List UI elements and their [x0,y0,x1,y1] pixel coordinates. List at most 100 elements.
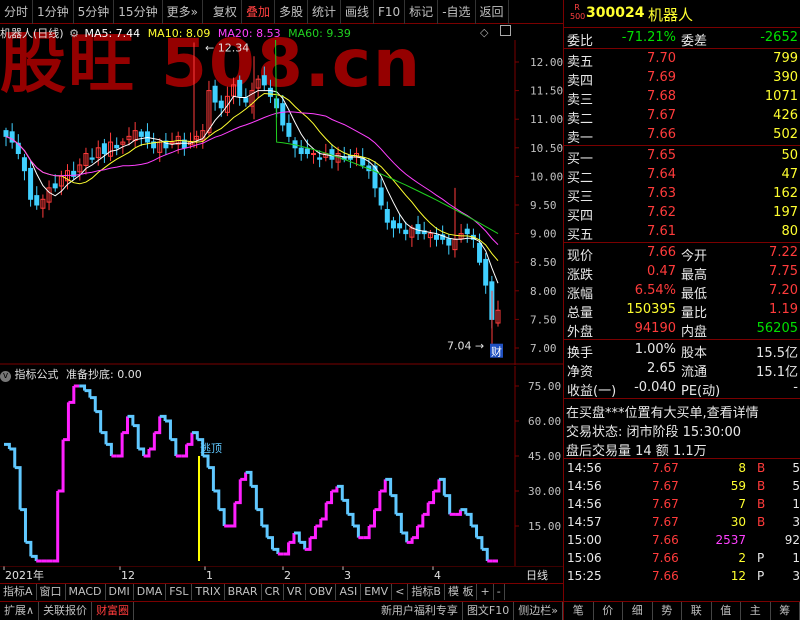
indicator-tab[interactable]: CR [262,584,284,600]
diamond-icon[interactable]: ◇ [480,26,488,39]
bid-row[interactable]: 买二 7.64 47 [564,166,800,186]
tick-price: 7.67 [652,479,679,493]
bottom-tab[interactable]: 图文F10 [463,602,515,620]
indicator-tab[interactable]: + [477,584,494,600]
tick-direction: B [757,515,766,529]
tick-row[interactable]: 14:56 7.67 8 B 5 [564,460,800,479]
tick-row[interactable]: 14:56 7.67 7 B 1 [564,496,800,515]
tick-count: 92 [784,533,800,547]
indicator-tab[interactable]: VR [284,584,307,600]
bottom-tab[interactable]: 财富圈 [92,602,135,620]
kline-chart[interactable]: 12.00 11.50 11.00 10.50 10.00 9.50 9.00 8.50 8.0… [0,40,563,365]
bid-row[interactable]: 买一 7.65 50 [564,147,800,167]
bottom-tab[interactable]: 关联报价 [39,602,93,620]
bid-row[interactable]: 买五 7.61 80 [564,223,800,243]
bottom-tab[interactable]: 扩展∧ [0,602,40,620]
tick-price: 7.66 [652,533,679,547]
indicator-chart[interactable]: 75.00 60.00 45.00 30.00 15.00 逃顶 [0,366,563,566]
indicator-tab[interactable]: DMI [106,584,134,600]
candle-body [415,224,421,235]
indicator-step [395,512,403,533]
indicator-tab[interactable]: TRIX [192,584,225,600]
after-hours-row[interactable]: 盘后交易量 14 额 1.1万 [564,439,800,459]
indicator-step [288,533,296,544]
tick-row[interactable]: 15:25 7.66 12 P 3 [564,568,800,587]
indicator-step [68,386,76,404]
candle-body [89,157,95,160]
trade-status-row[interactable]: 交易状态: 闭市阶段 15:30:00 [564,420,800,440]
ma20-label: MA20: 8.53 [217,27,281,40]
indicator-tab[interactable]: EMV [361,584,393,600]
stats-row[interactable]: 换手 1.00% 股本 15.5亿 [564,341,800,361]
ask-row[interactable]: 卖一 7.66 502 [564,126,800,146]
indicator-step [326,491,334,505]
bid-row[interactable]: 买三 7.63 162 [564,185,800,205]
ma60-label: MA60: 9.39 [288,27,351,40]
bid-price: 7.65 [647,148,676,163]
quote-row[interactable]: 涨跌 0.47 最高 7.75 [564,263,800,283]
ask-row[interactable]: 卖五 7.70 799 [564,50,800,70]
stats-value: 2.65 [647,361,676,376]
indicator-step [379,479,387,493]
settings-icon[interactable]: ⚙ [69,27,79,40]
indicator-step [390,494,398,515]
stats-row[interactable]: 净资 2.65 流通 15.1亿 [564,360,800,380]
low-price-label: 7.04 → [447,340,484,353]
indicator-step [310,526,317,540]
quote-label: 现价 [567,249,594,264]
ask-row[interactable]: 卖四 7.69 390 [564,69,800,89]
timeline-label: 2021年 [5,568,44,582]
indicator-tabs: 指标A 窗口 MACD DMI DMA FSL TRIX BRAR CR VR OBV ASI EMV <… [0,583,563,600]
stock-header: R 500 300024 机器人 [564,0,800,27]
indicator-tab[interactable]: BRAR [225,584,262,600]
price-tick-label: 11.50 [530,85,563,98]
indicator-tab[interactable]: OBV [306,584,337,600]
price-tick-label: 12.00 [530,56,563,69]
indicator-tab[interactable]: < [392,584,409,600]
quote-row[interactable]: 现价 7.66 今开 7.22 [564,244,800,264]
indicator-tab[interactable]: 窗口 [37,584,66,600]
indicator-tab[interactable]: - [494,584,505,600]
tick-time: 15:00 [567,533,602,547]
quote-row[interactable]: 外盘 94190 内盘 56205 [564,320,800,340]
bottom-tab[interactable]: 新用户福利专享 [377,602,463,620]
quote-value: 7.22 [769,245,798,260]
tick-time: 14:56 [567,479,602,493]
committee-row[interactable]: 委比 -71.21% 委差 -2652 [564,29,800,49]
bid-row[interactable]: 买四 7.62 197 [564,204,800,224]
tick-row[interactable]: 14:56 7.67 59 B 5 [564,478,800,497]
maximize-icon[interactable] [500,25,511,36]
ask-price: 7.70 [647,51,676,66]
indicator-step [455,509,462,516]
indicator-tab[interactable]: DMA [134,584,167,600]
tick-row[interactable]: 15:06 7.66 2 P 1 [564,550,800,569]
stats-row[interactable]: 收益(一) -0.040 PE(动) - [564,379,800,399]
indicator-tab[interactable]: MACD [66,584,106,600]
toolbar-button[interactable]: -自选 [438,0,476,24]
tick-count: 3 [792,515,800,529]
bottom-tab[interactable]: 侧边栏» [514,602,563,620]
ratio-label: 委比 [567,34,594,49]
quote-row[interactable]: 总量 150395 量比 1.19 [564,301,800,321]
indicator-tab[interactable]: 模 板 [445,584,478,600]
tick-row[interactable]: 14:57 7.67 30 B 3 [564,514,800,533]
chart-title[interactable]: 机器人(日线) [0,27,64,40]
tick-count: 1 [792,497,800,511]
indicator-tab[interactable]: 指标B [408,584,445,600]
bid-label: 买二 [567,171,594,186]
tick-direction: P [757,551,765,565]
ask-row[interactable]: 卖三 7.68 1071 [564,88,800,108]
badge-top: R [574,3,580,12]
candle-body [464,228,470,235]
indicator-tab[interactable]: 指标A [0,584,37,600]
indicator-step [165,419,172,440]
ask-row[interactable]: 卖二 7.67 426 [564,107,800,127]
notice-row[interactable]: 在买盘***位置有大买单,查看详情 [564,401,800,421]
bid-label: 买三 [567,190,594,205]
tick-row[interactable]: 15:00 7.66 2537 92 [564,532,800,551]
indicator-tab[interactable]: ASI [336,584,362,600]
indicator-tab[interactable]: FSL [166,584,193,600]
quote-row[interactable]: 涨幅 6.54% 最低 7.20 [564,282,800,302]
toolbar-button[interactable]: 返回 [476,0,509,24]
indicator-step [138,447,146,456]
